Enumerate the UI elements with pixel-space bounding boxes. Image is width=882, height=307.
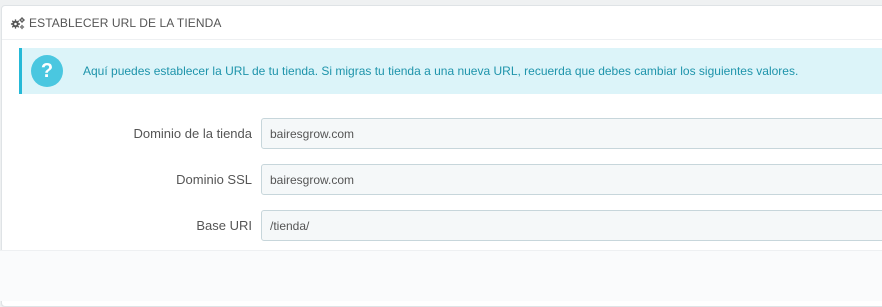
info-alert: ? Aquí puedes establecer la URL de tu ti…: [19, 48, 882, 94]
base-uri-label: Base URI: [196, 218, 252, 233]
base-uri-input[interactable]: [261, 210, 882, 241]
panel-title: ESTABLECER URL DE LA TIENDA: [29, 15, 222, 30]
panel-heading: ESTABLECER URL DE LA TIENDA: [2, 6, 882, 40]
alert-text: Aquí puedes establecer la URL de tu tien…: [83, 64, 799, 78]
gears-icon: [10, 16, 26, 30]
domain-ssl-input[interactable]: [261, 164, 882, 195]
domain-ssl-label: Dominio SSL: [176, 172, 252, 187]
form-row-domain: Dominio de la tienda: [0, 118, 882, 150]
form-row-domain-ssl: Dominio SSL: [0, 164, 882, 196]
domain-label: Dominio de la tienda: [133, 126, 252, 141]
panel-footer: [0, 250, 882, 301]
domain-input[interactable]: [261, 118, 882, 149]
form-row-base-uri: Base URI: [0, 210, 882, 242]
question-icon: ?: [31, 55, 63, 87]
